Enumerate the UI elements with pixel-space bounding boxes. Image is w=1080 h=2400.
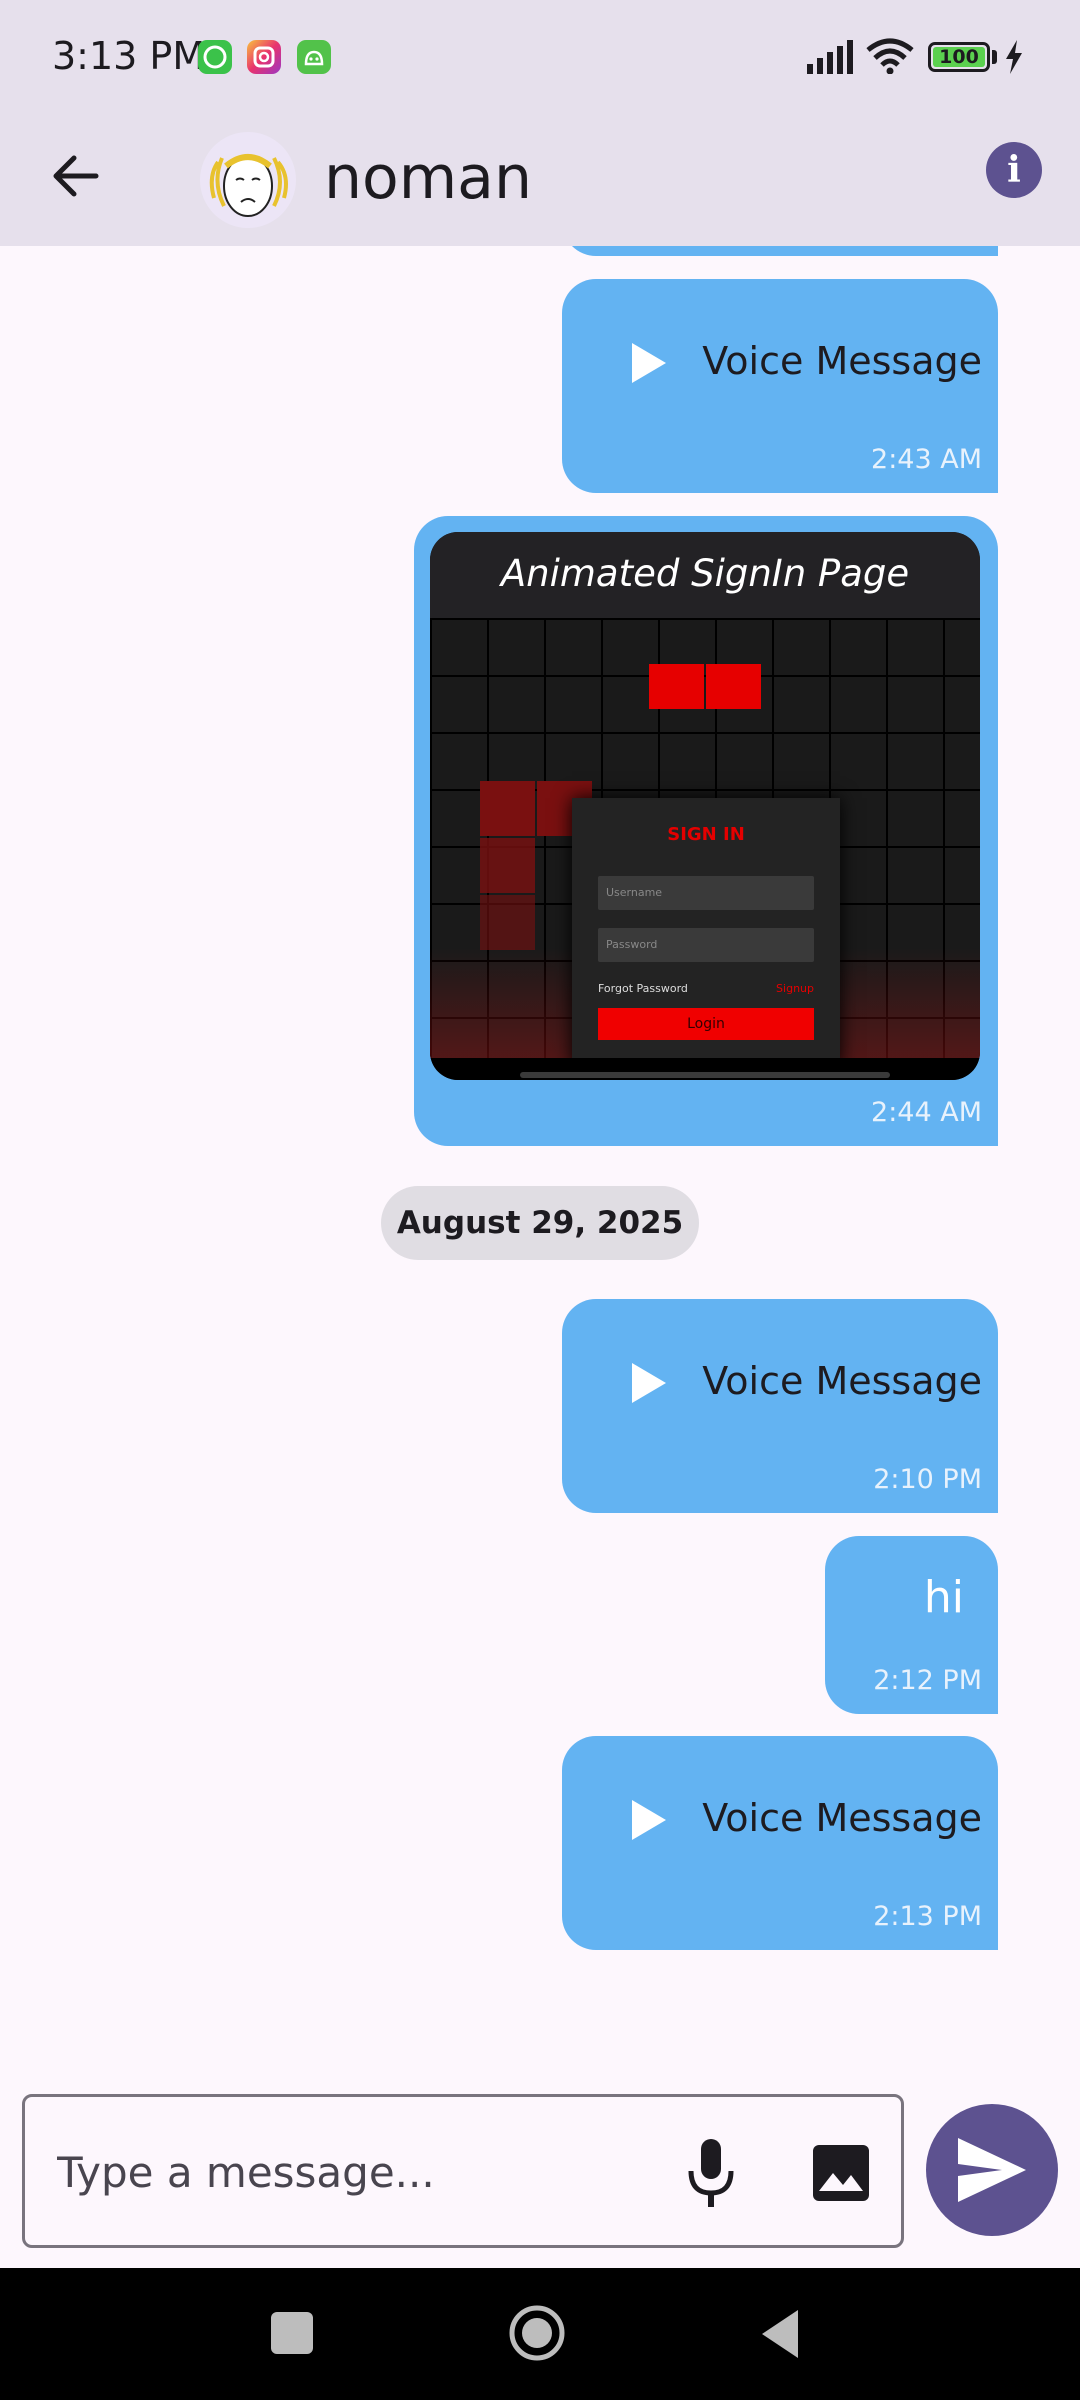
play-icon[interactable] <box>628 1798 668 1842</box>
play-icon[interactable] <box>628 341 668 385</box>
charging-icon <box>1006 40 1022 74</box>
battery-icon: 100 <box>928 42 990 72</box>
recents-button[interactable] <box>271 2312 313 2354</box>
battery-tip <box>992 50 997 64</box>
voice-message-label: Voice Message <box>702 1796 982 1840</box>
image-preview[interactable]: Animated SignIn Page SIGN IN Username Pa… <box>430 532 980 1080</box>
message-time: 2:43 AM <box>871 444 982 475</box>
send-button[interactable] <box>926 2104 1058 2236</box>
app-bar: noman i <box>0 115 1080 246</box>
voice-message-bubble[interactable]: Voice Message 2:10 PM <box>562 1299 998 1513</box>
instagram-icon <box>247 40 281 74</box>
preview-signin-title: SIGN IN <box>667 824 745 845</box>
whatsapp-icon <box>198 40 232 74</box>
preview-grid-background: SIGN IN Username Password Forgot Passwor… <box>430 618 980 1068</box>
red-tile <box>480 781 535 836</box>
send-icon <box>958 2138 1026 2202</box>
wifi-icon <box>866 38 914 74</box>
info-icon[interactable]: i <box>986 142 1042 198</box>
preview-links-row: Forgot Password Signup <box>598 982 814 995</box>
preview-password-field: Password <box>598 928 814 962</box>
preview-header: Animated SignIn Page <box>430 532 980 618</box>
home-button[interactable] <box>508 2304 566 2362</box>
message-composer <box>22 2094 904 2248</box>
message-text: hi <box>923 1572 964 1623</box>
image-message-bubble[interactable]: Animated SignIn Page SIGN IN Username Pa… <box>414 516 998 1146</box>
red-tile <box>480 838 535 893</box>
voice-message-label: Voice Message <box>702 339 982 383</box>
message-list[interactable]: Voice Message 2:43 AM Animated SignIn Pa… <box>0 246 1080 2090</box>
chat-title: noman <box>324 143 532 213</box>
preview-title: Animated SignIn Page <box>500 552 910 595</box>
status-bar: 3:13 PM 100 <box>0 0 1080 115</box>
red-tile <box>706 664 761 709</box>
preview-login-button: Login <box>598 1008 814 1040</box>
avatar[interactable] <box>200 132 296 228</box>
preview-scrubber <box>520 1072 890 1078</box>
android-app-icon <box>297 40 331 74</box>
preview-signup-link: Signup <box>776 982 814 995</box>
preview-username-field: Username <box>598 876 814 910</box>
back-arrow-icon[interactable] <box>44 143 110 209</box>
microphone-icon[interactable] <box>681 2135 741 2211</box>
nav-back-button[interactable] <box>758 2306 802 2362</box>
signal-icon <box>807 40 853 74</box>
red-tile <box>480 895 535 950</box>
system-navigation-bar <box>0 2268 1080 2400</box>
preview-login-card: SIGN IN Username Password Forgot Passwor… <box>572 798 840 1068</box>
play-icon[interactable] <box>628 1361 668 1405</box>
red-tile <box>649 664 704 709</box>
message-time: 2:44 AM <box>871 1097 982 1128</box>
image-gallery-icon[interactable] <box>809 2141 873 2205</box>
battery-level: 100 <box>933 47 985 67</box>
text-message-bubble[interactable]: hi 2:12 PM <box>825 1536 998 1714</box>
message-time: 2:10 PM <box>873 1464 982 1495</box>
message-bubble-partial <box>562 246 998 256</box>
message-input[interactable] <box>57 2137 657 2207</box>
message-time: 2:13 PM <box>873 1901 982 1932</box>
voice-message-label: Voice Message <box>702 1359 982 1403</box>
voice-message-bubble[interactable]: Voice Message 2:13 PM <box>562 1736 998 1950</box>
preview-forgot-link: Forgot Password <box>598 982 688 995</box>
message-time: 2:12 PM <box>873 1665 982 1696</box>
voice-message-bubble[interactable]: Voice Message 2:43 AM <box>562 279 998 493</box>
date-separator: August 29, 2025 <box>381 1186 699 1260</box>
status-time: 3:13 PM <box>52 34 206 78</box>
